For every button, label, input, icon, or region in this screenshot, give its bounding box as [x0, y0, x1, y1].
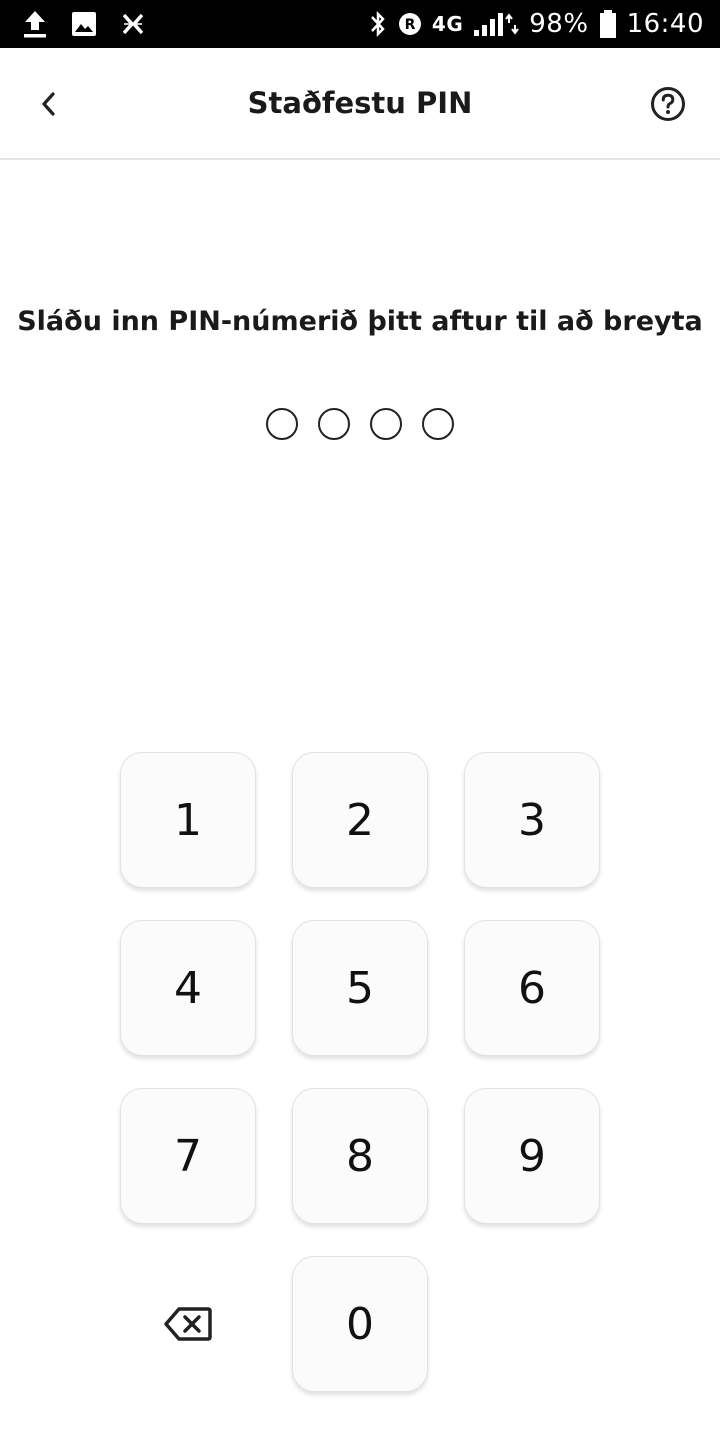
app-notification-icon: [120, 11, 146, 37]
key-5[interactable]: 5: [292, 920, 428, 1056]
backspace-icon: [164, 1307, 212, 1341]
key-0[interactable]: 0: [292, 1256, 428, 1392]
help-circle-icon: [651, 87, 685, 121]
battery-percentage: 98%: [529, 9, 589, 39]
help-button[interactable]: [646, 82, 690, 126]
upload-icon: [22, 9, 48, 39]
roaming-icon: R: [398, 12, 422, 36]
page-title: Staðfestu PIN: [247, 86, 473, 120]
key-3[interactable]: 3: [464, 752, 600, 888]
network-type: 4G: [431, 12, 464, 36]
key-4[interactable]: 4: [120, 920, 256, 1056]
pin-dot: [422, 408, 454, 440]
back-button[interactable]: [24, 76, 72, 132]
pin-dot: [318, 408, 350, 440]
key-9[interactable]: 9: [464, 1088, 600, 1224]
key-1[interactable]: 1: [120, 752, 256, 888]
backspace-button[interactable]: [120, 1256, 256, 1392]
chevron-left-icon: [42, 92, 55, 116]
numeric-keypad: 1 2 3 4 5 6 7 8 9 0: [120, 752, 600, 1392]
app-bar: Staðfestu PIN: [0, 48, 720, 160]
key-8[interactable]: 8: [292, 1088, 428, 1224]
image-icon: [70, 10, 98, 38]
key-6[interactable]: 6: [464, 920, 600, 1056]
battery-icon: [599, 9, 617, 39]
pin-instruction: Sláðu inn PIN-númerið þitt aftur til að …: [17, 306, 703, 337]
signal-icon: [473, 10, 520, 38]
key-7[interactable]: 7: [120, 1088, 256, 1224]
svg-text:R: R: [405, 17, 416, 33]
pin-dot: [266, 408, 298, 440]
pin-indicator: [0, 408, 720, 440]
pin-dot: [370, 408, 402, 440]
status-bar: R 4G 98% 16:40: [0, 0, 720, 48]
key-2[interactable]: 2: [292, 752, 428, 888]
clock: 16:40: [626, 9, 704, 39]
bluetooth-icon: [368, 9, 388, 39]
